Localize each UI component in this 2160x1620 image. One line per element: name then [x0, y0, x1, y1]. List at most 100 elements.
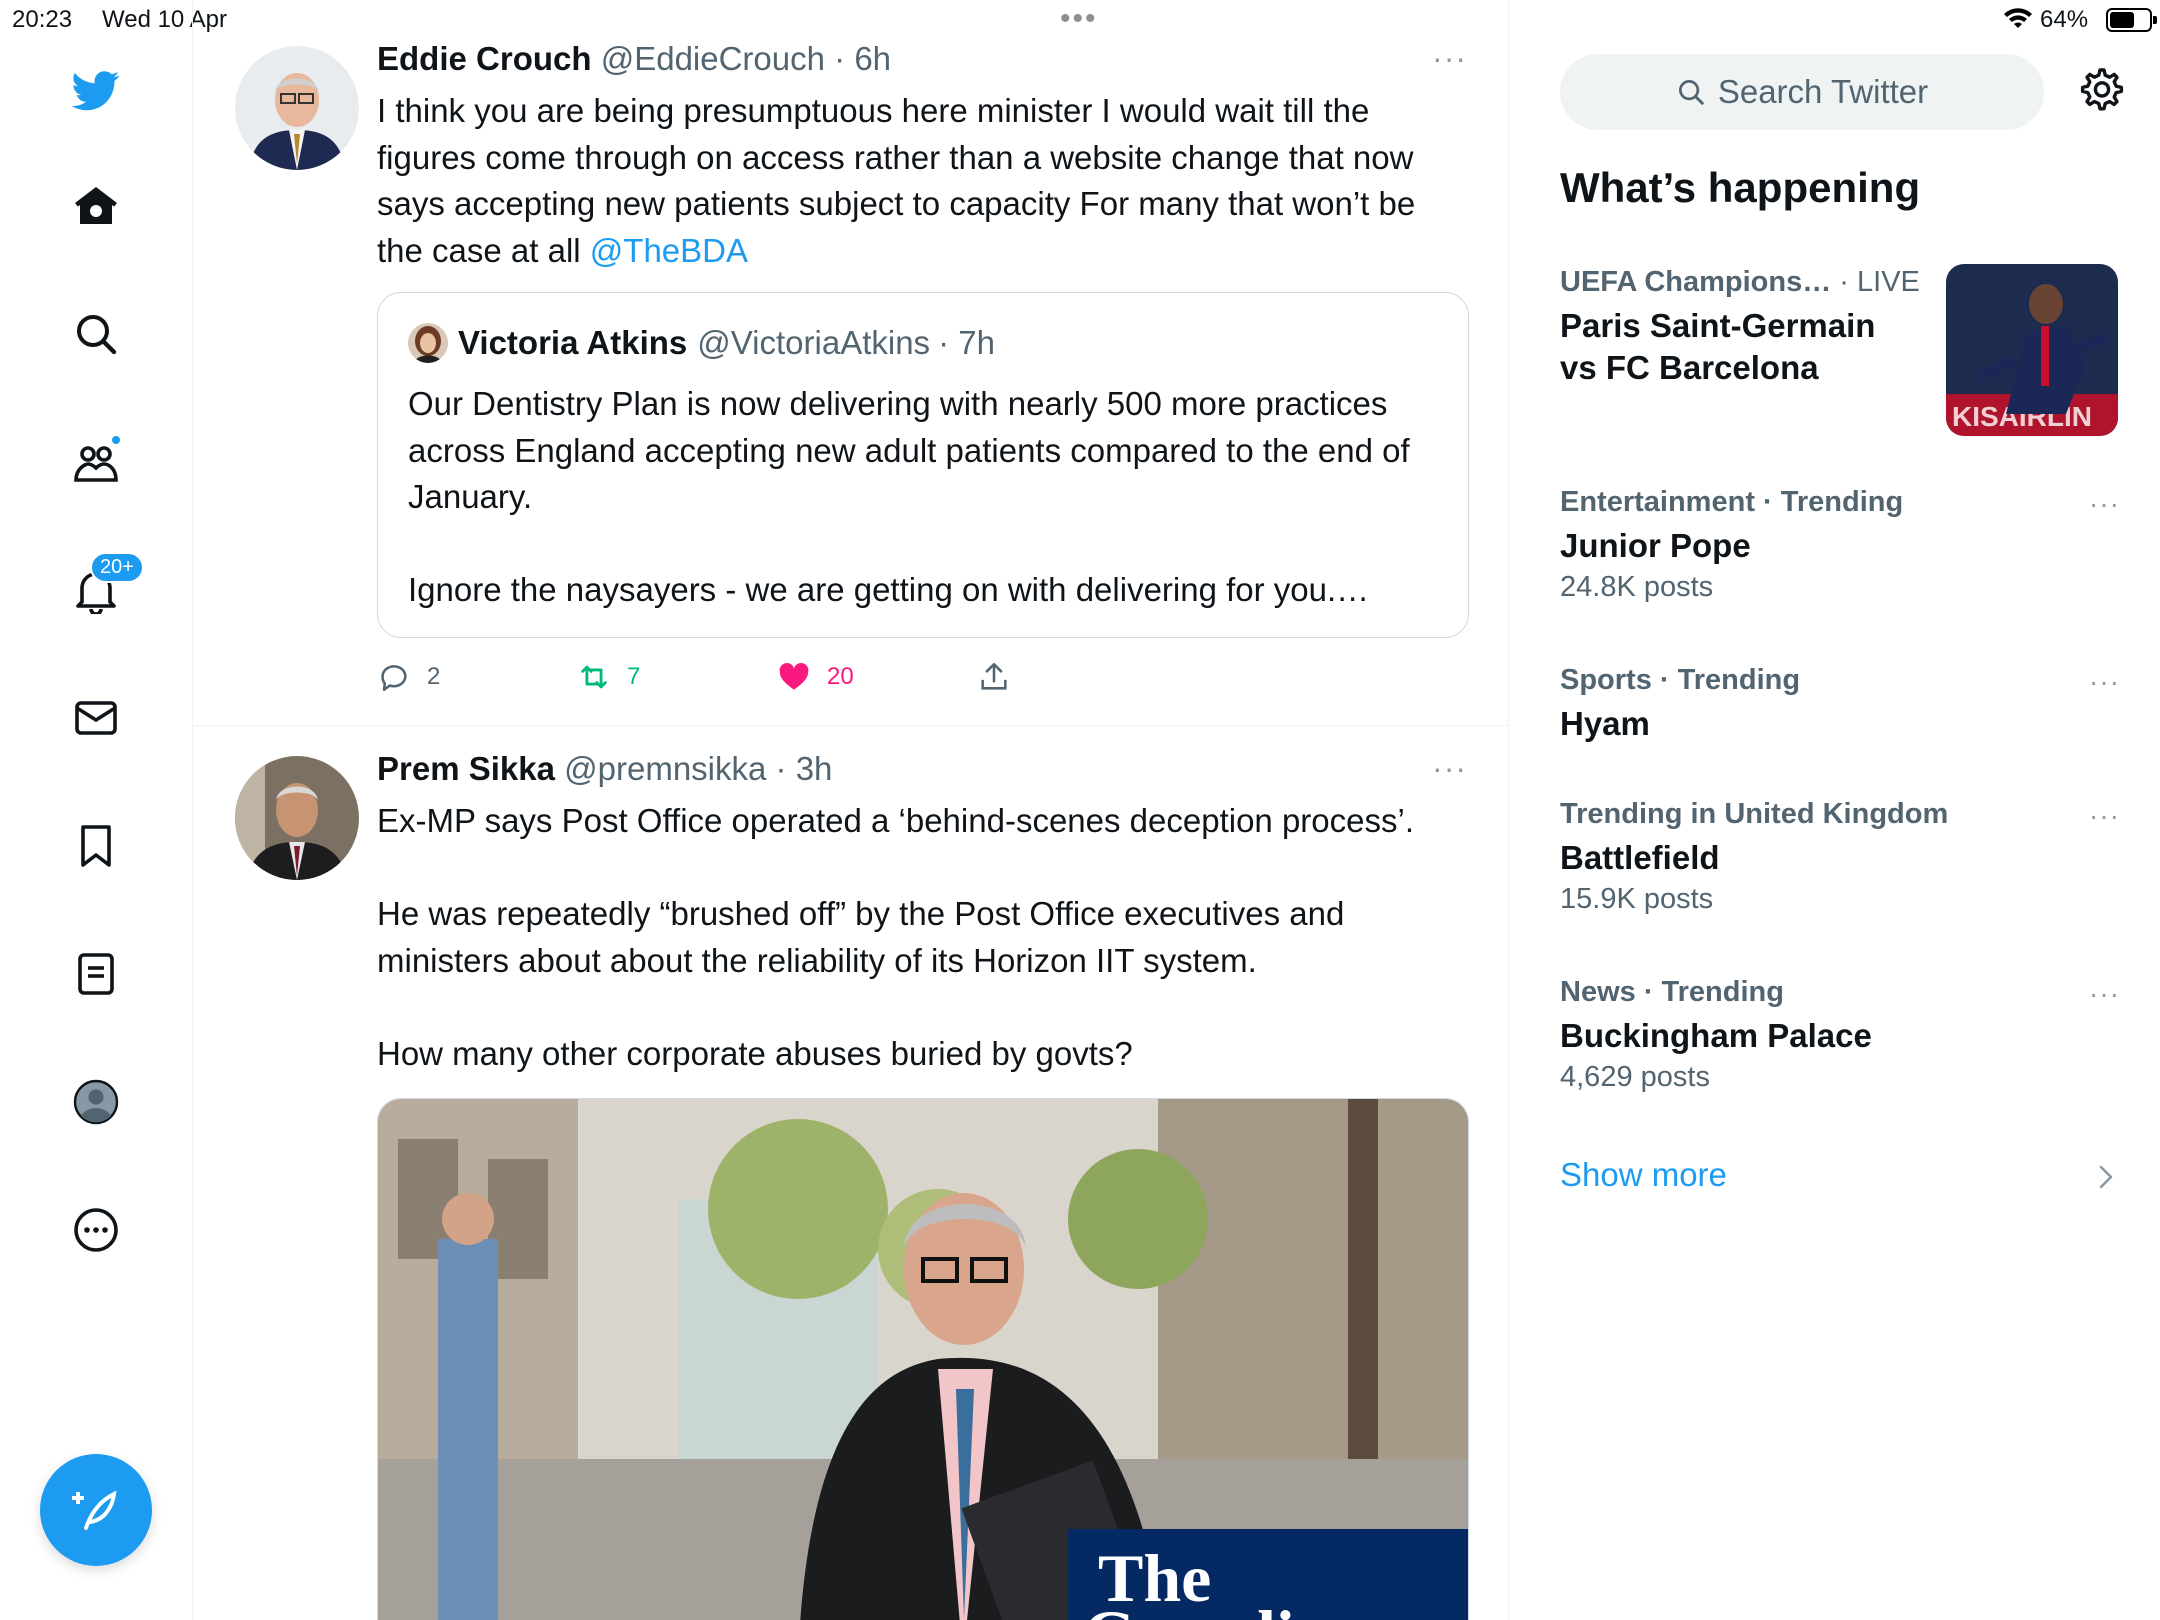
tweet-media-image[interactable]: The Guardian [377, 1098, 1469, 1620]
avatar-victoria-atkins [408, 323, 448, 363]
avatar[interactable] [235, 756, 359, 880]
trend-more-button[interactable]: ··· [2089, 488, 2120, 520]
quoted-text-paragraph: Ignore the naysayers - we are getting on… [408, 571, 1370, 608]
quoted-tweet-time: · 7h [938, 324, 995, 361]
trend-title: Junior Pope [1560, 527, 1751, 564]
twitter-bird-icon [72, 71, 120, 111]
quoted-author-handle: @VictoriaAtkins [697, 324, 931, 361]
author-handle[interactable]: @EddieCrouch [601, 40, 825, 77]
notifications-badge: 20+ [90, 552, 144, 583]
reply-count: 2 [427, 663, 441, 690]
retweet-button[interactable]: 7 [577, 660, 640, 694]
home-icon [75, 187, 117, 224]
show-more-link[interactable]: Show more [1560, 1156, 1727, 1194]
share-button[interactable] [977, 660, 1011, 694]
profile-avatar-icon [73, 1079, 119, 1125]
quoted-text-paragraph: Our Dentistry Plan is now delivering wit… [408, 385, 1410, 515]
nav-lists[interactable] [66, 944, 126, 1004]
bookmark-icon [81, 825, 111, 867]
trend-category: Sports · Trending [1560, 664, 1801, 696]
quoted-tweet[interactable]: Victoria Atkins @VictoriaAtkins · 7h Our… [377, 292, 1469, 638]
search-icon [77, 315, 117, 355]
trend-item[interactable]: UEFA Champions… · LIVE Paris Saint-Germa… [1560, 266, 1930, 389]
tweet-time[interactable]: · 3h [776, 750, 833, 787]
avatar[interactable] [235, 46, 359, 170]
reply-button[interactable]: 2 [377, 660, 440, 694]
tweet-header: Eddie Crouch @EddieCrouch · 6h [377, 40, 891, 78]
tweet-more-button[interactable]: ··· [1432, 40, 1467, 77]
reply-icon [381, 665, 407, 692]
trend-item[interactable]: Sports · Trending Hyam ··· [1560, 664, 2120, 745]
heart-filled-icon [779, 662, 809, 690]
nav-bookmarks[interactable] [66, 816, 126, 876]
tweet[interactable]: Prem Sikka @premnsikka · 3h ··· Ex-MP sa… [193, 726, 1508, 1620]
search-icon [1678, 80, 1704, 105]
compose-tweet-button[interactable] [40, 1454, 152, 1566]
compose-feather-icon [72, 1490, 117, 1530]
mention-link[interactable]: @TheBDA [590, 232, 748, 269]
trend-live-label: · LIVE [1831, 266, 1920, 298]
twitter-logo-icon[interactable] [66, 60, 126, 120]
more-circle-icon [74, 1208, 118, 1252]
nav-more[interactable] [66, 1200, 126, 1260]
tweet-text-paragraph: He was repeatedly “brushed off” by the P… [377, 895, 1345, 979]
quoted-avatar [408, 323, 448, 363]
trend-category: Entertainment · Trending [1560, 486, 1904, 518]
settings-gear-icon[interactable] [2078, 66, 2126, 114]
quoted-tweet-text: Our Dentistry Plan is now delivering wit… [408, 381, 1448, 614]
envelope-icon [75, 701, 117, 735]
trend-more-button[interactable]: ··· [2089, 800, 2120, 832]
author-handle[interactable]: @premnsikka [564, 750, 766, 787]
tweet-text-body: I think you are being presumptuous here … [377, 92, 1416, 269]
whats-happening-title: What’s happening [1560, 164, 1921, 211]
nav-profile[interactable] [66, 1072, 126, 1132]
nav-home[interactable] [66, 176, 126, 236]
chevron-right-icon[interactable] [2096, 1162, 2116, 1192]
tweet-time[interactable]: · 6h [834, 40, 891, 77]
nav-explore[interactable] [66, 304, 126, 364]
search-twitter-input[interactable]: Search Twitter [1560, 54, 2044, 130]
tweet-actions: 2 7 20 [377, 660, 1469, 694]
nav-notifications[interactable]: 20+ [66, 552, 144, 620]
trend-item[interactable]: Trending in United Kingdom Battlefield 1… [1560, 798, 2120, 916]
tweet[interactable]: Eddie Crouch @EddieCrouch · 6h ··· I thi… [193, 0, 1508, 726]
tweet-header: Prem Sikka @premnsikka · 3h [377, 750, 832, 788]
tweet-text-paragraph: How many other corporate abuses buried b… [377, 1034, 1133, 1072]
tweet-more-button[interactable]: ··· [1432, 750, 1467, 787]
nav-communities[interactable] [66, 432, 126, 492]
right-sidebar: Search Twitter What’s happening UEFA Cha… [1510, 0, 2160, 1620]
avatar-eddie-crouch [235, 46, 359, 170]
timeline[interactable]: Eddie Crouch @EddieCrouch · 6h ··· I thi… [193, 0, 1509, 1620]
tweet-text: I think you are being presumptuous here … [377, 88, 1467, 274]
like-button[interactable]: 20 [777, 660, 854, 694]
trend-title: Buckingham Palace [1560, 1017, 1872, 1054]
trend-thumbnail[interactable]: KISAIRLIN [1946, 264, 2118, 436]
author-name[interactable]: Prem Sikka [377, 750, 555, 787]
like-count: 20 [827, 663, 854, 690]
trend-post-count: 24.8K posts [1560, 571, 1714, 603]
trend-post-count: 15.9K posts [1560, 883, 1714, 915]
trend-more-button[interactable]: ··· [2089, 666, 2120, 698]
trend-category: Trending in United Kingdom [1560, 798, 1949, 830]
trend-title: Paris Saint-Germain [1560, 307, 1876, 344]
quoted-author-name: Victoria Atkins [458, 324, 688, 361]
trend-more-button[interactable]: ··· [2089, 978, 2120, 1010]
search-placeholder: Search Twitter [1717, 73, 1929, 110]
nav-messages[interactable] [66, 688, 126, 748]
trend-title: vs FC Barcelona [1560, 349, 1819, 386]
left-navigation: 20+ [0, 0, 193, 1620]
trend-category: UEFA Champions… [1560, 266, 1832, 298]
football-player-photo: KISAIRLIN [1946, 264, 2118, 436]
avatar-prem-sikka [235, 756, 359, 880]
author-name[interactable]: Eddie Crouch [377, 40, 592, 77]
guardian-logo-line2: Guardian [1083, 1596, 1366, 1620]
lists-icon [78, 953, 114, 995]
tweet-text-paragraph: Ex-MP says Post Office operated a ‘behin… [377, 802, 1415, 839]
trend-title: Hyam [1560, 705, 1650, 742]
retweet-icon [581, 665, 607, 689]
trend-item[interactable]: News · Trending Buckingham Palace 4,629 … [1560, 976, 2120, 1094]
trend-item[interactable]: Entertainment · Trending Junior Pope 24.… [1560, 486, 2120, 604]
retweet-count: 7 [627, 663, 641, 690]
trend-category: News · Trending [1560, 976, 1784, 1008]
trend-post-count: 4,629 posts [1560, 1061, 1710, 1093]
